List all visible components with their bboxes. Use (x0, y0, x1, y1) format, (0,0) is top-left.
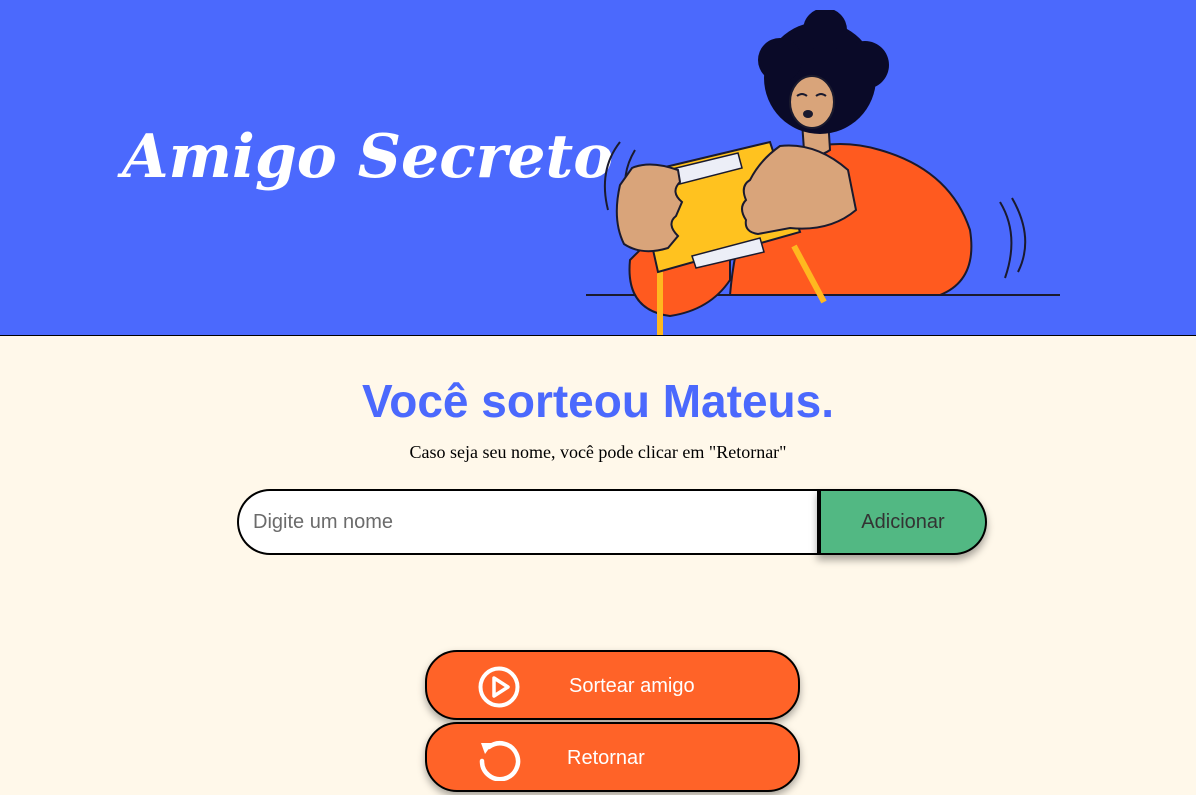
header-banner: Amigo Secreto (0, 0, 1196, 336)
app-title: Amigo Secreto (122, 122, 614, 192)
name-input[interactable] (237, 489, 821, 555)
draw-friend-button[interactable]: Sortear amigo (425, 650, 800, 720)
draw-friend-label: Sortear amigo (569, 675, 695, 697)
return-label: Retornar (567, 747, 645, 769)
person-with-device-illustration (586, 10, 1060, 335)
restart-icon (479, 741, 521, 781)
return-button[interactable]: Retornar (425, 722, 800, 792)
draw-result-heading: Você sorteou Mateus. (361, 375, 835, 427)
add-name-form: Adicionar (237, 489, 987, 555)
play-circle-icon (478, 666, 520, 708)
add-button[interactable]: Adicionar (817, 489, 987, 555)
return-hint-text: Caso seja seu nome, você pode clicar em … (409, 442, 787, 462)
